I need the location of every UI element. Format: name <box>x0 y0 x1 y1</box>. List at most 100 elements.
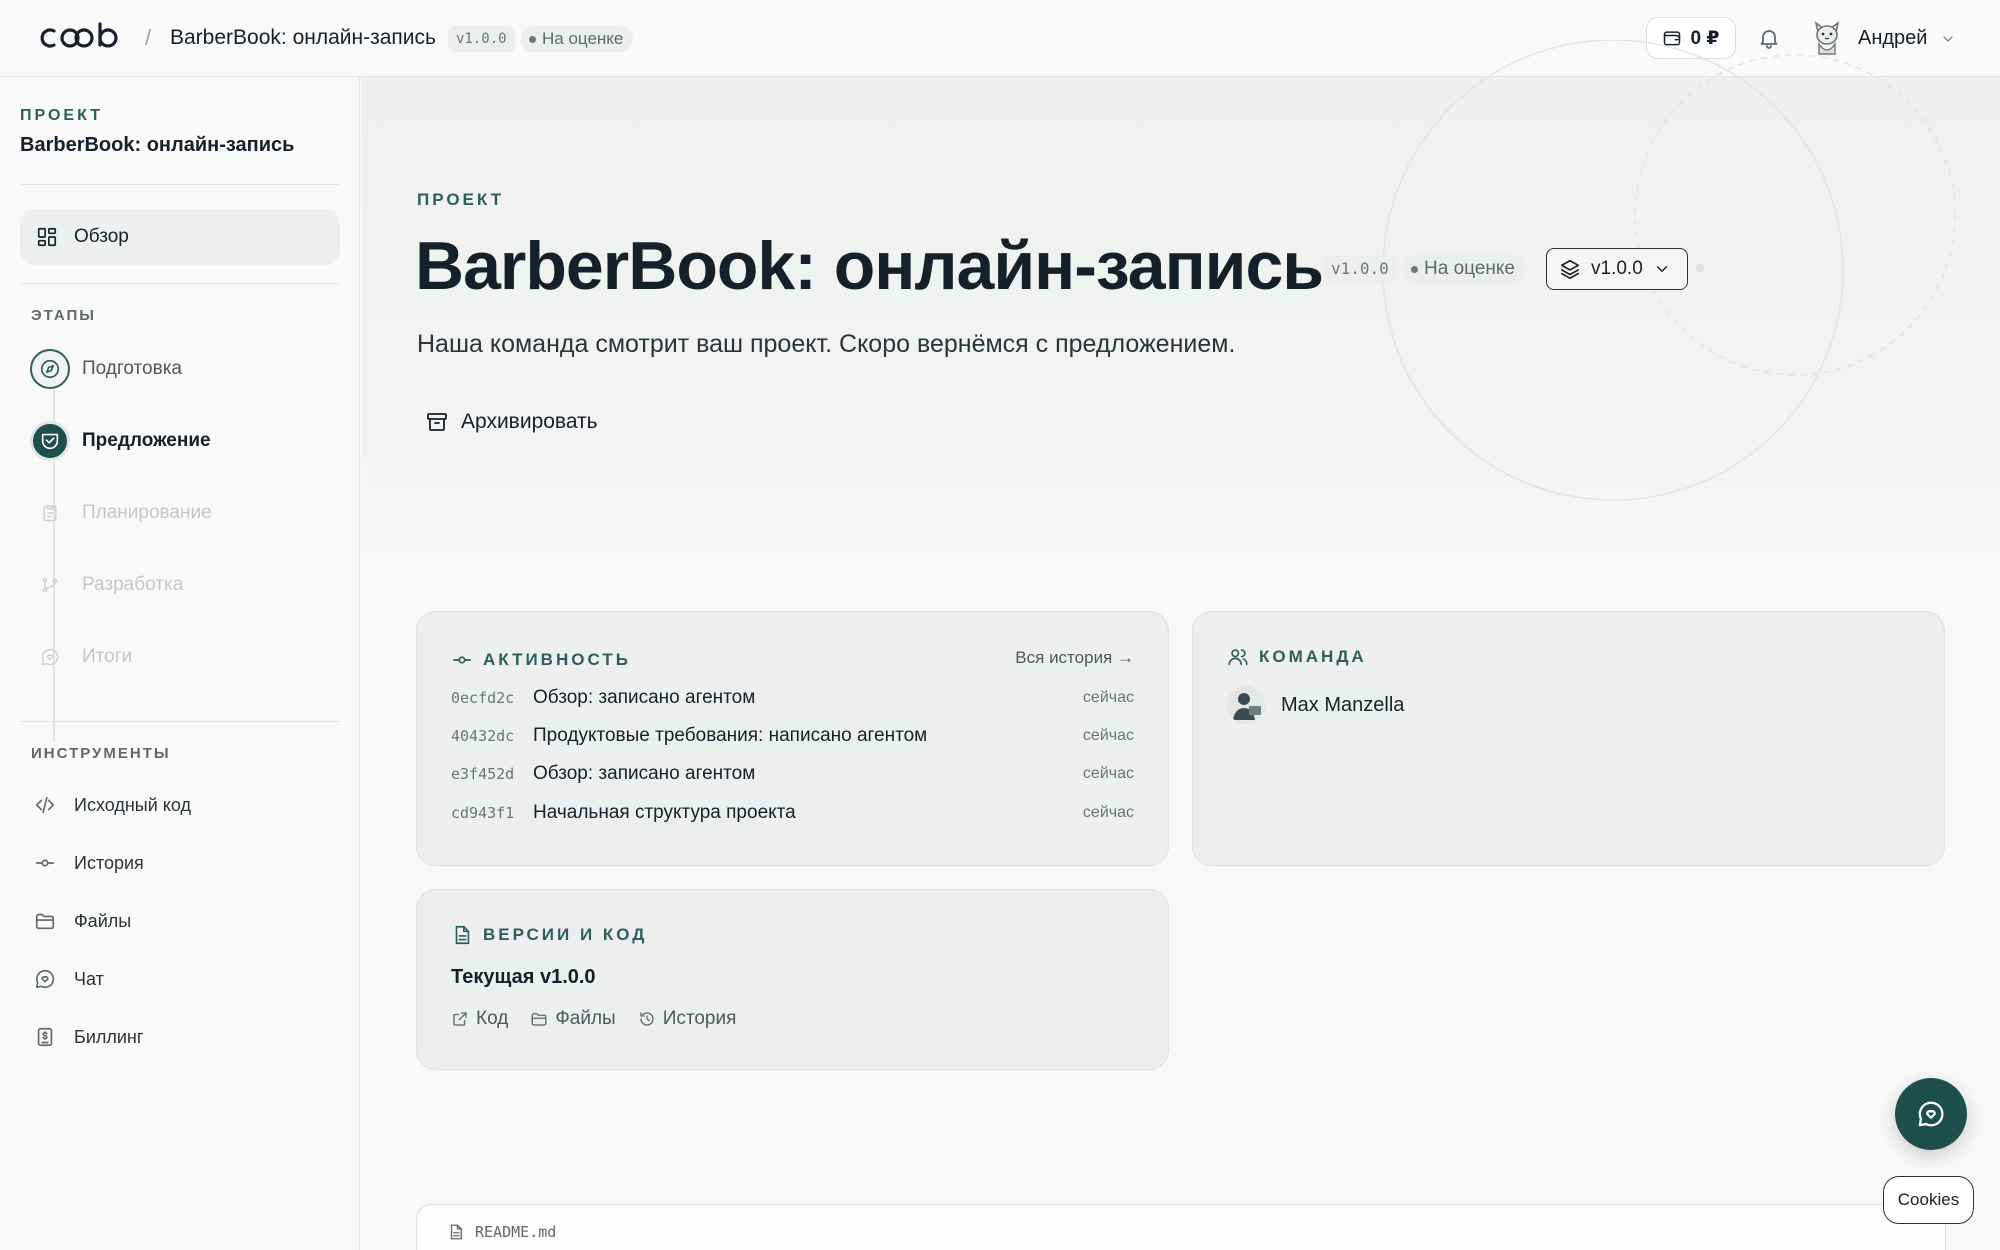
chat-icon <box>35 969 55 989</box>
code-link-label: Код <box>476 1008 509 1029</box>
sidebar-item-label: Исходный код <box>74 794 191 815</box>
commit-message: Обзор: записано агентом <box>533 687 756 708</box>
sidebar-eyebrow: ПРОЕКТ <box>20 107 104 124</box>
all-history-link[interactable]: Вся история → <box>1015 648 1134 668</box>
version-links: Код Файлы История <box>451 1008 736 1030</box>
readme-header: README.md <box>447 1223 556 1241</box>
chat-fab-button[interactable] <box>1895 1078 1967 1150</box>
commit-icon <box>452 656 472 664</box>
sidebar-item-label: Биллинг <box>74 1026 144 1047</box>
sidebar-item-chat[interactable]: Чат <box>34 961 104 997</box>
chat-heart-icon <box>41 648 59 666</box>
commit-message: Обзор: записано агентом <box>533 763 756 784</box>
cookies-button[interactable]: Cookies <box>1883 1176 1974 1224</box>
stage-results: Итоги <box>30 632 330 682</box>
status-label: На оценке <box>1424 258 1515 279</box>
activity-row[interactable]: 0ecfd2c Обзор: записано агентом сейчас <box>451 684 1134 712</box>
coob-logo[interactable] <box>40 22 130 54</box>
title-version-chip: v1.0.0 <box>1323 255 1397 283</box>
stage-planning: Планирование <box>30 488 330 538</box>
commit-icon <box>35 859 55 867</box>
sidebar: ПРОЕКТ BarberBook: онлайн-запись Обзор Э… <box>0 77 360 1250</box>
history-link-label: История <box>662 1008 737 1029</box>
team-card-title: КОМАНДА <box>1227 646 1367 668</box>
users-icon <box>1228 649 1248 666</box>
member-avatar <box>1227 686 1265 724</box>
stage-preparation[interactable]: Подготовка <box>30 344 330 394</box>
page-subtitle: Наша команда смотрит ваш проект. Скоро в… <box>417 330 1236 358</box>
breadcrumb-project-title[interactable]: BarberBook: онлайн-запись <box>170 26 436 50</box>
version-chip: v1.0.0 <box>448 26 515 52</box>
document-icon <box>450 1224 462 1240</box>
current-version: Текущая v1.0.0 <box>451 966 596 988</box>
hero-eyebrow: ПРОЕКТ <box>417 190 505 209</box>
status-label: На оценке <box>542 29 624 48</box>
commit-hash: 0ecfd2c <box>451 689 515 707</box>
commit-time: сейчас <box>1082 689 1134 706</box>
archive-button[interactable]: Архивировать <box>425 410 598 434</box>
divider <box>20 721 340 722</box>
archive-label: Архивировать <box>461 410 598 433</box>
stage-label: Подготовка <box>82 358 183 379</box>
member-name: Max Manzella <box>1281 693 1405 716</box>
card-title-label: ВЕРСИИ И КОД <box>483 925 648 944</box>
handshake-icon <box>41 433 59 450</box>
commit-time: сейчас <box>1082 727 1134 744</box>
stage-label: Планирование <box>82 502 212 523</box>
breadcrumb-separator: / <box>145 25 152 50</box>
sidebar-item-history[interactable]: История <box>34 845 144 881</box>
version-select[interactable]: v1.0.0 <box>1546 248 1688 290</box>
team-member[interactable]: Max Manzella <box>1227 686 1404 724</box>
chat-heart-icon <box>1918 1101 1944 1127</box>
sidebar-project-name: BarberBook: онлайн-запись <box>20 134 295 156</box>
activity-row[interactable]: 40432dc Продуктовые требования: написано… <box>451 722 1134 750</box>
sidebar-item-files[interactable]: Файлы <box>34 903 131 939</box>
code-link[interactable]: Код <box>451 1008 508 1030</box>
tools-section-title: ИНСТРУМЕНТЫ <box>31 745 171 762</box>
commit-message: Продуктовые требования: написано агентом <box>533 725 928 746</box>
folder-icon <box>35 913 55 930</box>
activity-row[interactable]: e3f452d Обзор: записано агентом сейчас <box>451 760 1134 788</box>
folder-icon <box>531 1013 547 1026</box>
activity-card-title: АКТИВНОСТЬ <box>451 649 631 671</box>
sidebar-item-label: История <box>74 852 144 873</box>
activity-row[interactable]: cd943f1 Начальная структура проекта сейч… <box>451 799 1134 827</box>
stage-label: Итоги <box>82 646 133 667</box>
git-branch-icon <box>42 577 58 593</box>
history-link[interactable]: История <box>638 1008 737 1030</box>
sidebar-item-overview[interactable]: Обзор <box>20 209 340 265</box>
versions-card-title: ВЕРСИИ И КОД <box>451 924 647 946</box>
sidebar-item-label: Файлы <box>74 910 132 931</box>
readme-panel: README.md <box>416 1204 1946 1250</box>
stage-proposal[interactable]: Предложение <box>30 416 330 466</box>
archive-icon <box>427 413 447 431</box>
commit-hash: e3f452d <box>451 765 515 783</box>
clipboard-icon <box>43 505 57 522</box>
readme-filename: README.md <box>475 1223 557 1241</box>
title-status-badge: На оценке <box>1403 254 1525 284</box>
commit-hash: 40432dc <box>451 727 515 745</box>
commit-time: сейчас <box>1082 804 1134 821</box>
stage-label: Предложение <box>82 430 211 451</box>
divider <box>20 283 340 284</box>
stage-status-circle <box>30 637 70 677</box>
files-link[interactable]: Файлы <box>530 1008 616 1030</box>
team-card: КОМАНДА Max Manzella <box>1192 611 1945 866</box>
external-link-icon <box>453 1012 467 1026</box>
sidebar-item-source-code[interactable]: Исходный код <box>34 787 191 823</box>
commit-message: Начальная структура проекта <box>533 802 796 823</box>
card-title-label: КОМАНДА <box>1259 647 1367 666</box>
commit-time: сейчас <box>1082 765 1134 782</box>
code-icon <box>35 796 55 814</box>
stage-status-circle <box>30 349 70 389</box>
history-icon <box>640 1012 654 1026</box>
files-link-label: Файлы <box>555 1008 616 1029</box>
commit-hash: cd943f1 <box>451 804 515 822</box>
status-dot <box>1411 265 1418 273</box>
stage-status-circle <box>30 421 70 461</box>
sidebar-item-billing[interactable]: Биллинг <box>34 1019 143 1055</box>
activity-card: АКТИВНОСТЬ Вся история → 0ecfd2c Обзор: … <box>416 611 1169 866</box>
sidebar-item-label: Обзор <box>74 226 129 247</box>
version-select-value: v1.0.0 <box>1591 258 1643 279</box>
sidebar-item-label: Чат <box>74 968 104 989</box>
